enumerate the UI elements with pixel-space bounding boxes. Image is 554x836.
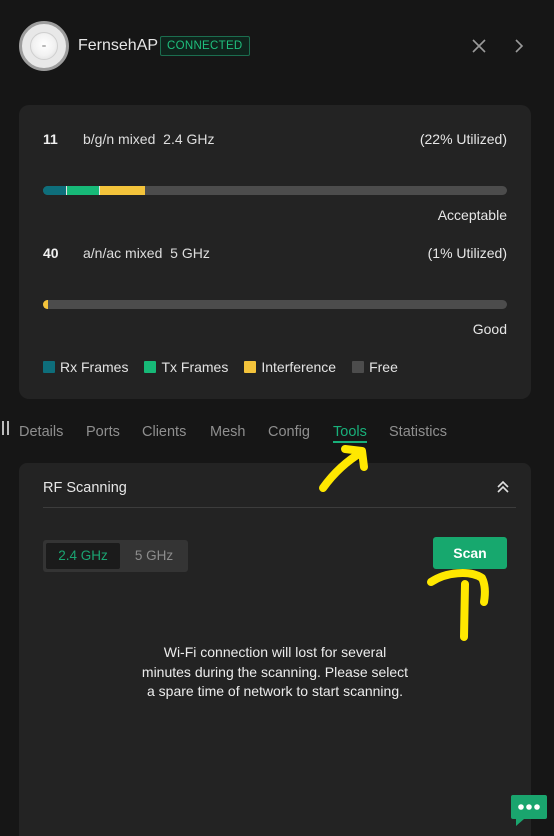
close-icon — [472, 39, 486, 53]
legend-item-rx: Rx Frames — [43, 359, 128, 375]
legend-item-tx: Tx Frames — [144, 359, 228, 375]
channel-mode: a/n/ac mixed 5 GHz — [83, 245, 210, 261]
tx-segment — [66, 186, 99, 195]
double-chevron-up-icon — [497, 480, 509, 493]
channel-mode: b/g/n mixed 2.4 GHz — [83, 131, 215, 147]
channel-utilization: (22% Utilized) — [419, 131, 507, 147]
interference-segment — [43, 300, 48, 309]
channel-utilization: (1% Utilized) — [427, 245, 507, 261]
chevron-right-icon — [515, 39, 524, 53]
channel-number: 11 — [43, 131, 58, 147]
section-title: RF Scanning — [43, 480, 127, 496]
tab-ports[interactable]: Ports — [86, 424, 120, 440]
access-point-avatar — [19, 21, 69, 71]
radio-row-5g: 40 a/n/ac mixed 5 GHz (1% Utilized) — [43, 245, 507, 265]
device-detail-panel: FernsehAP CONNECTED 11 b/g/n mixed 2.4 G… — [0, 0, 554, 836]
utilization-bar-5g — [43, 300, 507, 309]
next-button[interactable] — [507, 34, 531, 58]
status-badge: CONNECTED — [160, 36, 250, 56]
radio-row-2g: 11 b/g/n mixed 2.4 GHz (22% Utilized) — [43, 131, 507, 151]
quality-label: Good — [472, 321, 507, 337]
legend-label: Tx Frames — [161, 359, 229, 375]
interference-segment — [98, 186, 146, 195]
utilization-legend: Rx Frames Tx Frames Interference Free — [43, 359, 414, 375]
utilization-bar-2g — [43, 186, 507, 195]
tab-config[interactable]: Config — [268, 424, 310, 440]
band-toggle: 2.4 GHz 5 GHz — [43, 540, 188, 572]
rx-segment — [43, 186, 67, 195]
close-button[interactable] — [467, 34, 491, 58]
tab-clients[interactable]: Clients — [142, 424, 186, 440]
resize-handle[interactable] — [2, 421, 9, 435]
chat-button[interactable] — [510, 793, 548, 828]
band-option-2g[interactable]: 2.4 GHz — [46, 543, 120, 569]
device-header: FernsehAP CONNECTED — [0, 0, 554, 92]
tab-mesh[interactable]: Mesh — [210, 424, 245, 440]
radio-utilization-card: 11 b/g/n mixed 2.4 GHz (22% Utilized) Ac… — [19, 105, 531, 399]
channel-number: 40 — [43, 245, 59, 261]
quality-label: Acceptable — [437, 207, 507, 223]
legend-swatch — [43, 361, 55, 373]
legend-swatch — [244, 361, 257, 373]
scan-warning-text: Wi-Fi connection will lost for several m… — [141, 644, 409, 699]
legend-item-free: Free — [352, 359, 398, 375]
legend-label: Rx Frames — [60, 359, 129, 375]
scan-button[interactable]: Scan — [433, 537, 507, 569]
device-name: FernsehAP — [78, 37, 159, 54]
legend-label: Interference — [261, 359, 337, 375]
legend-swatch — [144, 361, 157, 373]
access-point-icon — [30, 32, 58, 60]
rf-scanning-panel: RF Scanning 2.4 GHz 5 GHz Scan Wi-Fi con… — [19, 463, 531, 836]
tab-details[interactable]: Details — [19, 424, 63, 440]
collapse-button[interactable] — [493, 477, 513, 497]
tab-tools[interactable]: Tools — [333, 424, 367, 443]
tab-statistics[interactable]: Statistics — [389, 424, 447, 440]
legend-item-interference: Interference — [244, 359, 336, 375]
legend-swatch — [352, 361, 365, 373]
legend-label: Free — [369, 359, 398, 375]
divider — [43, 507, 516, 508]
band-option-5g[interactable]: 5 GHz — [123, 543, 185, 569]
chat-icon — [511, 795, 547, 826]
